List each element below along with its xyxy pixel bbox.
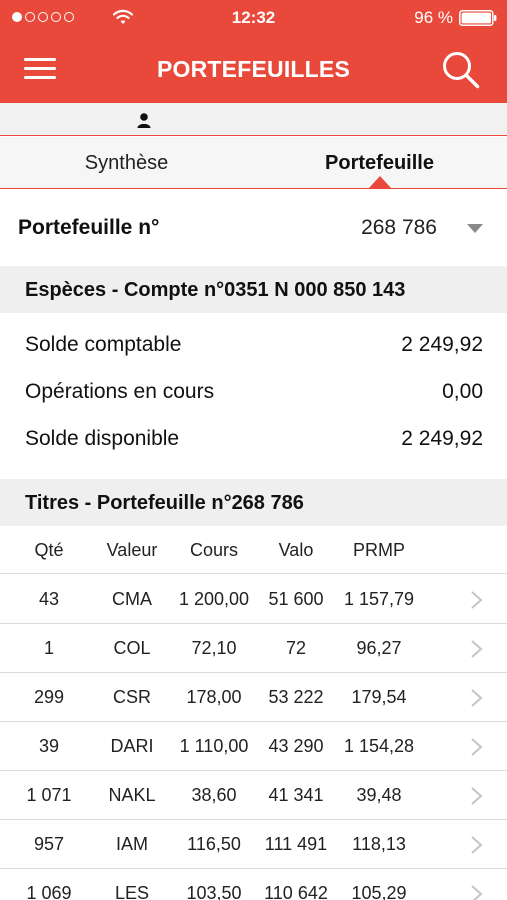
chevron-right-icon[interactable] (470, 737, 483, 757)
cell-qte: 1 071 (26, 785, 72, 805)
table-row[interactable]: 1 COL 72,10 72 96,27 (0, 624, 507, 673)
portfolio-selector-value: 268 786 (361, 216, 437, 239)
dropdown-caret-icon[interactable] (467, 224, 483, 233)
cell-valeur: LES (114, 883, 150, 900)
column-header-qte: Qté (34, 540, 64, 560)
cell-prmp: 1 157,79 (343, 589, 415, 609)
user-icon (137, 113, 151, 128)
cell-cours: 1 110,00 (179, 736, 249, 756)
titres-table-body: 43 CMA 1 200,00 51 600 1 157,79 1 COL 72… (0, 575, 507, 900)
active-tab-indicator (369, 176, 391, 188)
table-row[interactable]: 39 DARI 1 110,00 43 290 1 154,28 (0, 722, 507, 771)
battery-icon (459, 10, 497, 26)
portfolio-selector[interactable]: Portefeuille n° 268 786 (0, 190, 507, 266)
table-row[interactable]: 957 IAM 116,50 111 491 118,13 (0, 820, 507, 869)
operations-en-cours-label: Opérations en cours (25, 380, 215, 403)
cell-valo: 51 600 (268, 589, 324, 609)
cell-prmp: 96,27 (356, 638, 402, 658)
cell-prmp: 1 154,28 (343, 736, 415, 756)
solde-disponible-label: Solde disponible (25, 427, 180, 450)
page-title: PORTEFEUILLES (156, 56, 350, 82)
cell-valeur: CMA (112, 589, 152, 609)
operations-en-cours-row: Opérations en cours 0,00 (0, 368, 507, 415)
cell-qte: 1 069 (26, 883, 72, 900)
cell-cours: 1 200,00 (178, 589, 250, 609)
column-header-cours: Cours (189, 540, 238, 560)
cell-prmp: 179,54 (351, 687, 407, 707)
cell-cours: 103,50 (186, 883, 242, 900)
cell-cours: 38,60 (191, 785, 237, 805)
segment-tabs: Synthèse Portefeuille (0, 137, 507, 189)
solde-comptable-value: 2 249,92 (401, 333, 483, 356)
cell-prmp: 118,13 (352, 834, 406, 854)
cell-cours: 178,00 (186, 687, 242, 707)
battery-percent: 96 % (414, 8, 453, 27)
cell-qte: 957 (33, 834, 65, 854)
table-row[interactable]: 1 071 NAKL 38,60 41 341 39,48 (0, 771, 507, 820)
app-header: 12:32 96 % PORTEFEUILLES (0, 0, 507, 103)
cell-valo: 41 341 (268, 785, 324, 805)
table-row[interactable]: 43 CMA 1 200,00 51 600 1 157,79 (0, 575, 507, 624)
solde-disponible-value: 2 249,92 (401, 427, 483, 450)
titres-section-title: Titres - Portefeuille n°268 786 (25, 492, 304, 514)
cell-prmp: 105,29 (351, 883, 407, 900)
especes-section-header: Espèces - Compte n°0351 N 000 850 143 (0, 266, 507, 313)
solde-comptable-row: Solde comptable 2 249,92 (0, 321, 507, 368)
cell-valeur: CSR (112, 687, 151, 707)
nav-bar: PORTEFEUILLES (0, 36, 507, 103)
cell-qte: 39 (38, 736, 60, 756)
solde-comptable-label: Solde comptable (25, 333, 182, 356)
column-header-prmp: PRMP (352, 540, 405, 560)
portfolio-selector-label: Portefeuille n° (18, 216, 160, 239)
cell-valo: 110 642 (264, 883, 328, 900)
cell-qte: 299 (33, 687, 65, 707)
cell-qte: 43 (38, 589, 60, 609)
hamburger-menu-icon[interactable] (24, 56, 56, 82)
cell-valeur: DARI (110, 736, 154, 756)
solde-disponible-row: Solde disponible 2 249,92 (0, 415, 507, 462)
cell-valo: 72 (285, 638, 307, 658)
user-row[interactable] (0, 103, 507, 136)
status-bar: 12:32 96 % (0, 0, 507, 36)
cell-valo: 53 222 (268, 687, 324, 707)
chevron-right-icon[interactable] (470, 590, 483, 610)
titres-section-header: Titres - Portefeuille n°268 786 (0, 479, 507, 526)
cell-cours: 116,50 (187, 834, 241, 854)
chevron-right-icon[interactable] (470, 835, 483, 855)
cell-valeur: COL (113, 638, 151, 658)
table-row[interactable]: 299 CSR 178,00 53 222 179,54 (0, 673, 507, 722)
search-icon[interactable] (441, 50, 481, 90)
cell-valeur: NAKL (108, 785, 156, 805)
column-header-valo: Valo (278, 540, 314, 560)
chevron-right-icon[interactable] (470, 688, 483, 708)
column-header-valeur: Valeur (106, 540, 158, 560)
cell-valo: 111 491 (264, 834, 328, 854)
cell-prmp: 39,48 (356, 785, 402, 805)
titres-table-header: Qté Valeur Cours Valo PRMP (0, 526, 507, 574)
table-row[interactable]: 1 069 LES 103,50 110 642 105,29 (0, 869, 507, 900)
cell-valeur: IAM (115, 834, 148, 854)
chevron-right-icon[interactable] (470, 884, 483, 900)
especes-section-title: Espèces - Compte n°0351 N 000 850 143 (25, 279, 406, 301)
tab-synthese[interactable]: Synthèse (0, 137, 253, 189)
cell-cours: 72,10 (191, 638, 237, 658)
cell-qte: 1 (43, 638, 54, 658)
cell-valo: 43 290 (268, 736, 324, 756)
operations-en-cours-value: 0,00 (442, 380, 483, 403)
chevron-right-icon[interactable] (470, 786, 483, 806)
chevron-right-icon[interactable] (470, 639, 483, 659)
